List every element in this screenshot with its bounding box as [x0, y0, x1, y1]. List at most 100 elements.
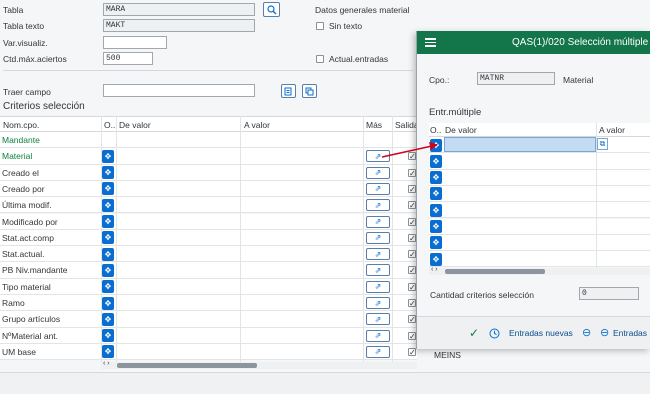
criteria-hscroll-thumb[interactable]	[117, 363, 257, 368]
traer-campo-field[interactable]	[103, 84, 255, 97]
dialog-footer: ✓ Entradas nuevas ⊖ ⊖ Entradas	[417, 316, 650, 349]
copy-icon	[305, 87, 314, 95]
selection-options-icon[interactable]: ✥	[430, 220, 442, 233]
confirm-icon[interactable]: ✓	[469, 326, 479, 340]
col-a-valor: A valor	[244, 120, 270, 130]
table-row: Tipo material ✥ ⇗ ✓	[0, 278, 417, 295]
row-field-name: Tipo material	[2, 281, 51, 292]
bottom-bar	[0, 372, 650, 394]
menu-icon[interactable]	[425, 38, 436, 47]
actual-entradas-checkbox[interactable]	[316, 55, 324, 63]
selection-options-icon[interactable]: ✥	[102, 329, 114, 343]
entradas-button[interactable]: Entradas	[613, 328, 647, 338]
output-checkbox[interactable]: ✓	[408, 168, 416, 177]
selection-options-icon[interactable]: ✥	[102, 312, 114, 326]
row-field-name: UM base	[2, 346, 37, 357]
multiple-selection-button[interactable]: ⇗	[366, 345, 390, 358]
selection-options-icon[interactable]: ✥	[430, 203, 442, 217]
multiple-selection-button[interactable]: ⇗	[366, 215, 390, 228]
ctd-field[interactable]: 500	[103, 52, 153, 65]
cpo-field: MATNR	[477, 72, 555, 85]
multiple-selection-button[interactable]: ⇗	[366, 297, 390, 309]
output-checkbox[interactable]: ✓	[408, 347, 416, 356]
selection-options-icon[interactable]: ✥	[102, 345, 114, 359]
output-checkbox[interactable]: ✓	[408, 266, 416, 275]
delete-entries-icon[interactable]: ⊖	[600, 326, 609, 339]
output-checkbox[interactable]: ✓	[408, 201, 416, 210]
row-field-name: Stat.actual.	[2, 249, 45, 260]
selection-options-icon[interactable]: ✥	[102, 215, 114, 228]
meins-cell: MEINS	[434, 350, 461, 360]
selection-options-icon[interactable]: ✥	[430, 171, 442, 185]
table-row: Material ✥ ⇗ ✓	[0, 148, 417, 165]
clock-icon[interactable]	[489, 328, 500, 339]
output-checkbox[interactable]: ✓	[408, 331, 416, 340]
popup-hscroll-thumb[interactable]	[445, 269, 545, 274]
selection-options-icon[interactable]: ✥	[102, 280, 114, 294]
output-checkbox[interactable]: ✓	[408, 299, 416, 308]
multiple-selection-button[interactable]: ⇗	[366, 231, 390, 244]
output-checkbox[interactable]: ✓	[408, 315, 416, 324]
selection-options-icon[interactable]: ✥	[102, 149, 114, 163]
popup-hscroll[interactable]: ‹ ›	[429, 266, 650, 275]
selection-options-icon[interactable]: ✥	[102, 247, 114, 261]
popup-table-header: O.. De valor A valor	[429, 123, 650, 137]
popup-table-row: ✥	[429, 218, 650, 235]
col-divider-2	[116, 116, 117, 362]
traer-campo-button[interactable]	[281, 84, 296, 98]
output-checkbox[interactable]: ✓	[408, 250, 416, 259]
popup-table-row: ✥	[429, 153, 650, 170]
popup-col-de-valor: De valor	[445, 125, 477, 135]
multiple-selection-button[interactable]: ⇗	[366, 280, 390, 293]
row-field-name: Creado por	[2, 183, 45, 194]
tabla-field[interactable]: MARA	[103, 3, 255, 16]
var-visualiz-field[interactable]	[103, 36, 167, 49]
tabla-label: Tabla	[3, 5, 24, 15]
entradas-nuevas-button[interactable]: Entradas nuevas	[509, 328, 573, 338]
multiple-selection-button[interactable]: ⇗	[366, 329, 390, 342]
criteria-hscroll[interactable]: ‹ ›	[101, 360, 417, 369]
multiple-selection-button[interactable]: ⇗	[366, 248, 390, 261]
output-checkbox[interactable]: ✓	[408, 217, 416, 226]
popup-col-divider	[596, 123, 597, 268]
entr-multiple-label: Entr.múltiple	[429, 107, 482, 118]
selection-options-icon[interactable]: ✥	[430, 187, 442, 201]
selection-options-icon[interactable]: ✥	[102, 296, 114, 310]
ctd-label: Ctd.máx.aciertos	[3, 54, 67, 64]
display-table-button[interactable]	[263, 2, 280, 17]
output-checkbox[interactable]: ✓	[408, 233, 416, 242]
minus-icon[interactable]: ⊖	[582, 326, 591, 339]
selection-options-icon[interactable]: ✥	[102, 263, 114, 277]
output-checkbox[interactable]: ✓	[408, 184, 416, 193]
popup-table-row: ✥	[429, 251, 650, 268]
selection-options-icon[interactable]: ✥	[102, 198, 114, 212]
sin-texto-checkbox[interactable]	[316, 22, 324, 30]
multiple-selection-button[interactable]: ⇗	[366, 182, 390, 195]
multiple-selection-button[interactable]: ⇗	[366, 199, 390, 212]
de-valor-input[interactable]	[444, 137, 596, 152]
selection-options-icon[interactable]: ✥	[430, 236, 442, 250]
row-field-name: Stat.act.comp	[2, 232, 54, 243]
popup-table-row: ✥	[429, 169, 650, 186]
selection-options-icon[interactable]: ✥	[430, 252, 442, 266]
output-checkbox[interactable]: ✓	[408, 282, 416, 291]
selection-options-icon[interactable]: ✥	[102, 182, 114, 196]
value-help-icon[interactable]: ⧉	[597, 138, 608, 150]
popup-scroll-arrows[interactable]: ‹ ›	[431, 266, 438, 273]
selection-options-icon[interactable]: ✥	[102, 166, 114, 180]
selection-options-icon[interactable]: ✥	[102, 231, 114, 245]
table-row: Modificado por ✥ ⇗ ✓	[0, 213, 417, 230]
tabla-texto-label: Tabla texto	[3, 21, 45, 31]
copy-field-button[interactable]	[302, 84, 317, 98]
row-field-name: Material	[2, 151, 33, 162]
col-de-valor: De valor	[119, 120, 151, 130]
multiple-selection-button[interactable]: ⇗	[366, 166, 390, 179]
popup-col-o: O..	[430, 125, 442, 135]
table-row: Ramo ✥ ⇗ ✓	[0, 295, 417, 312]
tabla-texto-field[interactable]: MAKT	[103, 19, 255, 32]
magnifier-icon	[266, 4, 276, 14]
scroll-left-arrow[interactable]: ‹ ›	[103, 360, 110, 367]
multiple-selection-button[interactable]: ⇗	[366, 264, 390, 277]
row-field-name: Última modif.	[2, 200, 52, 211]
multiple-selection-button[interactable]: ⇗	[366, 313, 390, 326]
